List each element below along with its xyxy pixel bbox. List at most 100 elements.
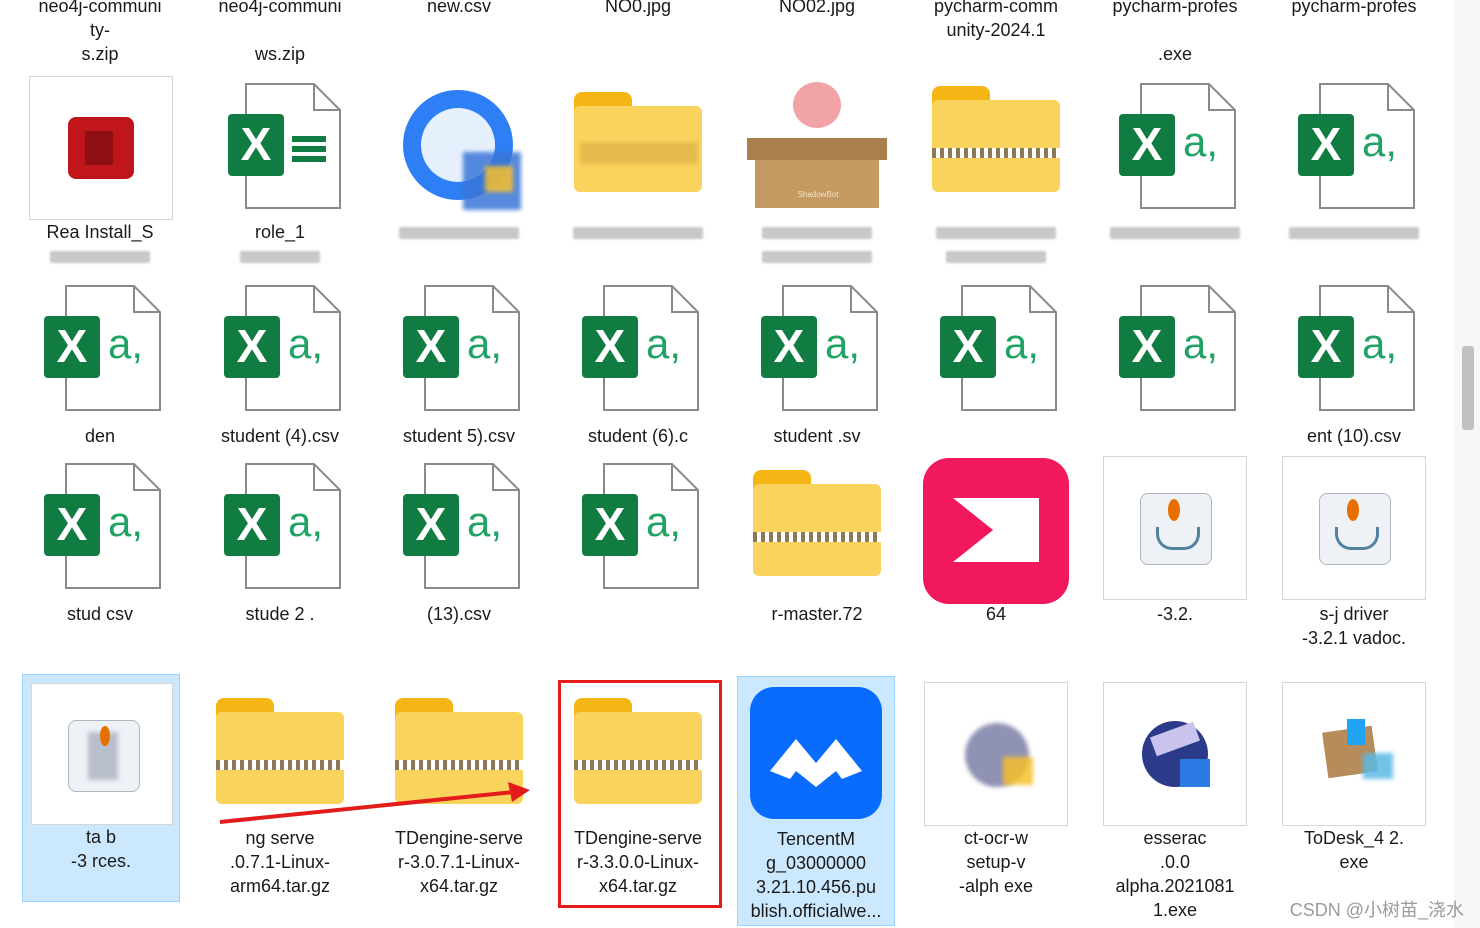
highlight-box: [558, 680, 722, 908]
file-item[interactable]: Xa, ent (10).csv: [1278, 274, 1430, 464]
file-label-hidden: [1278, 220, 1430, 244]
file-item[interactable]: Xa,: [920, 274, 1072, 464]
file-label: ct-ocr-w setup-v -alph exe: [958, 828, 1034, 896]
file-item[interactable]: X a,: [1278, 72, 1430, 262]
file-label[interactable]: pycharm-comm unity-2024.1: [920, 0, 1072, 42]
folder-icon: [570, 92, 706, 196]
file-item[interactable]: X role_1: [204, 72, 356, 264]
svg-text:X: X: [416, 320, 447, 372]
file-label: den: [84, 426, 116, 446]
file-item[interactable]: Xa, student (4).csv: [204, 274, 356, 464]
file-label-hidden: [204, 244, 356, 268]
svg-text:X: X: [57, 498, 88, 550]
file-label[interactable]: pycharm-profes: [1278, 0, 1430, 18]
file-item[interactable]: ToDesk_4 2. exe: [1278, 678, 1430, 898]
file-label: ToDesk_4 2. exe: [1303, 828, 1405, 872]
svg-text:X: X: [1132, 118, 1163, 170]
svg-text:X: X: [953, 320, 984, 372]
svg-text:a,: a,: [288, 320, 323, 367]
file-item[interactable]: Xa, student 5).csv: [383, 274, 535, 464]
zip-folder-icon: [928, 86, 1064, 196]
file-item[interactable]: Xa, student (6).c: [562, 274, 714, 464]
csv-excel-icon: Xa,: [1113, 284, 1237, 417]
file-label: student .sv: [773, 426, 861, 446]
file-item[interactable]: Xa,: [562, 452, 714, 642]
csv-excel-icon: Xa,: [397, 462, 521, 595]
file-item[interactable]: Xa, den: [24, 274, 176, 464]
file-item[interactable]: Xa,: [1099, 274, 1251, 464]
csv-excel-icon: Xa,: [38, 462, 162, 595]
todesk-icon: [1282, 682, 1426, 826]
svg-text:a,: a,: [1183, 320, 1218, 367]
file-item[interactable]: esserac .0.0 alpha.2021081 1.exe: [1099, 678, 1251, 920]
file-label[interactable]: NO0.jpg: [562, 0, 714, 18]
file-item[interactable]: r-master.72: [741, 452, 893, 642]
csv-excel-icon: Xa,: [38, 284, 162, 417]
svg-text:X: X: [241, 118, 272, 170]
java-icon: [1103, 456, 1247, 600]
file-item[interactable]: [920, 72, 1072, 264]
file-item[interactable]: ShadowBot: [741, 72, 893, 264]
file-item[interactable]: ta b -3 rces.: [22, 674, 180, 902]
csv-excel-icon: Xa,: [1292, 284, 1416, 417]
file-label-hidden: [741, 220, 893, 244]
svg-text:a,: a,: [467, 498, 502, 545]
file-item[interactable]: Xa, stud csv: [24, 452, 176, 642]
file-label: s-j driver -3.2.1 vadoc.: [1301, 604, 1407, 648]
file-label-hidden: [383, 220, 535, 244]
svg-text:X: X: [1132, 320, 1163, 372]
java-icon: [31, 683, 173, 825]
file-label: ta b -3 rces.: [70, 827, 131, 871]
file-label: ng serve .0.7.1-Linux- arm64.tar.gz: [229, 828, 331, 896]
svg-text:a,: a,: [1004, 320, 1039, 367]
file-item[interactable]: Xa, student .sv: [741, 274, 893, 464]
file-label: role_1: [254, 222, 306, 242]
file-item[interactable]: Rea Install_S: [24, 72, 176, 264]
svg-text:a,: a,: [1362, 320, 1397, 367]
java-icon: [1282, 456, 1426, 600]
file-label: (13).csv: [426, 604, 491, 624]
scrollbar-thumb[interactable]: [1462, 346, 1474, 430]
file-label-hidden: [920, 244, 1072, 268]
file-item[interactable]: -3.2.: [1099, 452, 1251, 642]
file-item[interactable]: Xa, (13).csv: [383, 452, 535, 642]
file-label: ent (10).csv: [1306, 426, 1402, 446]
file-item[interactable]: X a,: [1099, 72, 1251, 262]
file-item[interactable]: 64: [920, 452, 1072, 642]
svg-text:X: X: [774, 320, 805, 372]
file-item[interactable]: [383, 72, 535, 262]
file-item[interactable]: TencentM g_03000000 3.21.10.456.pu blish…: [737, 676, 895, 926]
svg-text:a,: a,: [288, 498, 323, 545]
svg-text:a,: a,: [646, 320, 681, 367]
watermark: CSDN @小树苗_浇水: [1289, 900, 1464, 920]
file-label[interactable]: pycharm-profes: [1099, 0, 1251, 18]
file-label[interactable]: new.csv: [383, 0, 535, 18]
file-label-hidden: [920, 220, 1072, 244]
svg-text:a,: a,: [108, 498, 143, 545]
file-label: esserac .0.0 alpha.2021081 1.exe: [1115, 828, 1235, 920]
file-label: TDengine-serve r-3.0.7.1-Linux- x64.tar.…: [394, 828, 524, 896]
csv-excel-icon: X a,: [1119, 83, 1236, 209]
svg-text:X: X: [1311, 118, 1342, 170]
svg-text:a,: a,: [108, 320, 143, 367]
file-label: r-master.72: [771, 604, 863, 624]
csv-excel-icon: Xa,: [576, 462, 700, 595]
csv-excel-icon: X a,: [1298, 83, 1415, 209]
file-item[interactable]: [562, 72, 714, 262]
file-label[interactable]: neo4j-communi ty-: [24, 0, 176, 42]
file-label: -3.2.: [1156, 604, 1194, 624]
file-label: stude 2 .: [245, 604, 315, 624]
svg-text:X: X: [595, 498, 626, 550]
vertical-scrollbar[interactable]: [1454, 0, 1480, 928]
file-label[interactable]: neo4j-communi: [204, 0, 356, 18]
file-label-extra: s.zip: [81, 44, 119, 64]
arrow-annotation: [219, 782, 530, 824]
file-item[interactable]: s-j driver -3.2.1 vadoc.: [1278, 452, 1430, 648]
svg-text:a,: a,: [1183, 118, 1218, 165]
ocr-installer-icon: [1103, 682, 1247, 826]
file-label[interactable]: NO02.jpg: [741, 0, 893, 18]
file-item[interactable]: ct-ocr-w setup-v -alph exe: [920, 678, 1072, 918]
file-item[interactable]: Xa, stude 2 .: [204, 452, 356, 642]
svg-text:X: X: [595, 320, 626, 372]
file-label-extra: .exe: [1157, 44, 1193, 64]
